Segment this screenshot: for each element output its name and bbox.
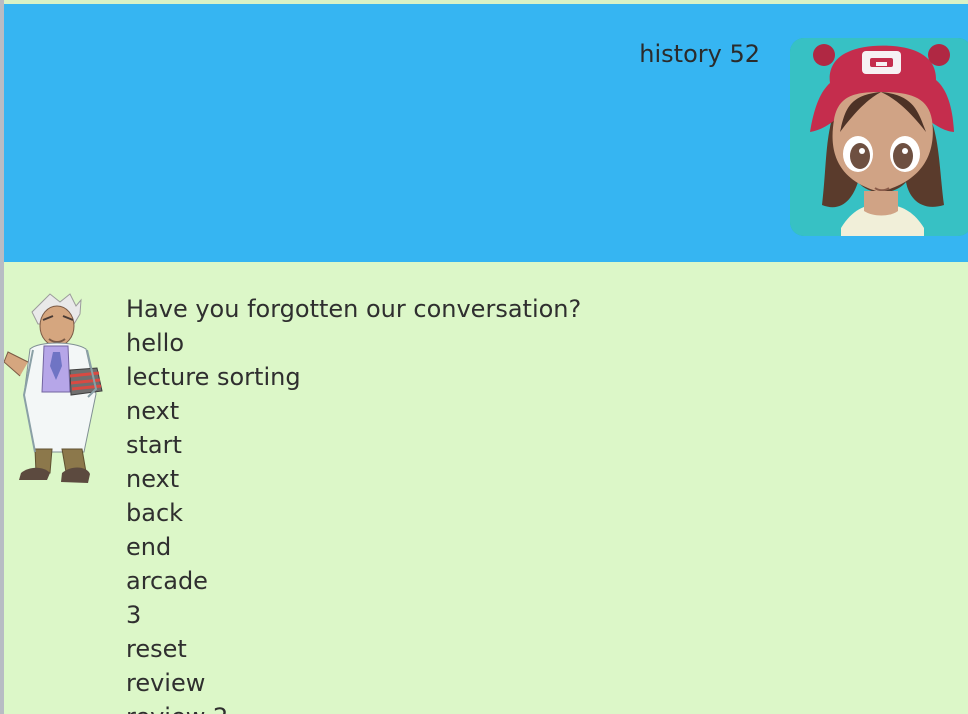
bot-message-line: review 2 (126, 700, 581, 714)
professor-avatar-svg (3, 293, 103, 483)
bot-message-line: start (126, 431, 182, 459)
professor-avatar-icon (3, 292, 106, 494)
bot-message-line: hello (126, 329, 184, 357)
bot-message-line: lecture sorting (126, 363, 301, 391)
bot-message-line: reset (126, 635, 187, 663)
bot-message-line: review (126, 669, 206, 697)
bot-message-line: back (126, 499, 184, 527)
bot-message-line: 3 (126, 601, 142, 629)
bot-message-line: arcade (126, 567, 208, 595)
bot-message-line: next (126, 397, 180, 425)
bot-message-line: end (126, 533, 172, 561)
chat-window: history 52 Have you forgotten our conver… (0, 0, 968, 714)
bot-message-lines: Have you forgotten our conversation? hel… (126, 292, 581, 714)
trainer-girl-avatar-svg (790, 38, 968, 236)
bot-message-line: next (126, 465, 180, 493)
bot-message-line: Have you forgotten our conversation? (126, 295, 582, 323)
trainer-girl-avatar-icon (790, 38, 968, 236)
user-message-text: history 52 (639, 40, 760, 68)
user-message-bubble: history 52 (4, 4, 968, 262)
